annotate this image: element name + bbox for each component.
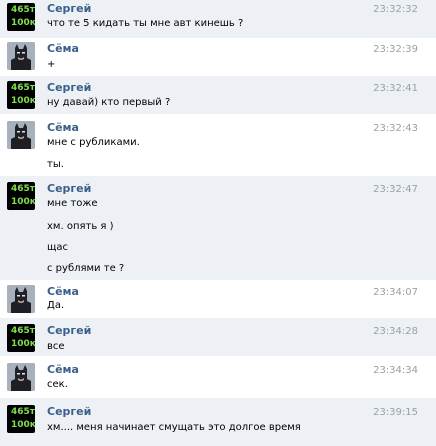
message-time[interactable]: 23:32:39 bbox=[373, 43, 418, 56]
avatar-text: 465т bbox=[11, 184, 35, 194]
avatar-text: 465т bbox=[11, 5, 35, 15]
author-name[interactable]: Сергей bbox=[47, 324, 91, 337]
author-name[interactable]: Сергей bbox=[47, 182, 91, 195]
batman-icon bbox=[7, 363, 35, 391]
message-row: 465т 100к Сергей 23:32:41 ну давай) кто … bbox=[0, 76, 436, 114]
avatar-sema[interactable] bbox=[7, 285, 35, 313]
avatar-sergey[interactable]: 465т 100к bbox=[7, 324, 35, 352]
message-row: 465т 100к Сергей 23:32:32 что те 5 кидат… bbox=[0, 0, 436, 38]
message-row: Сёма 23:34:34 сек. bbox=[0, 356, 436, 398]
batman-icon bbox=[7, 121, 35, 149]
message-text: хм.... меня начинает смущать это долгое … bbox=[47, 422, 301, 433]
message-time[interactable]: 23:34:07 bbox=[373, 286, 418, 299]
message-text: щас bbox=[47, 242, 69, 253]
message-time[interactable]: 23:32:43 bbox=[373, 122, 418, 135]
author-name[interactable]: Сергей bbox=[47, 81, 91, 94]
avatar-text: 465т bbox=[11, 407, 35, 417]
avatar-text: 465т bbox=[11, 326, 35, 336]
message-row: 465т 100к Сергей 23:39:15 хм.... меня на… bbox=[0, 398, 436, 446]
author-name[interactable]: Сёма bbox=[47, 363, 79, 376]
message-row: 465т 100к Сергей 23:32:47 мне тоже хм. о… bbox=[0, 176, 436, 280]
author-name[interactable]: Сёма bbox=[47, 121, 79, 134]
message-time[interactable]: 23:32:41 bbox=[373, 82, 418, 95]
avatar-sergey[interactable]: 465т 100к bbox=[7, 405, 35, 433]
avatar-sergey[interactable]: 465т 100к bbox=[7, 81, 35, 109]
message-time[interactable]: 23:39:15 bbox=[373, 406, 418, 419]
message-text: + bbox=[47, 59, 56, 70]
message-text: хм. опять я ) bbox=[47, 221, 114, 232]
message-text: с рублями те ? bbox=[47, 263, 125, 274]
message-text: ну давай) кто первый ? bbox=[47, 97, 171, 108]
message-row: Сёма 23:32:43 мне с рубликами. ты. bbox=[0, 114, 436, 176]
message-row: 465т 100к Сергей 23:34:28 все bbox=[0, 318, 436, 356]
message-text: мне с рубликами. bbox=[47, 137, 140, 148]
message-row: Сёма 23:32:39 + bbox=[0, 38, 436, 76]
message-text: ты. bbox=[47, 159, 64, 170]
avatar-text: 100к bbox=[11, 96, 35, 106]
message-time[interactable]: 23:32:47 bbox=[373, 183, 418, 196]
message-time[interactable]: 23:34:34 bbox=[373, 364, 418, 377]
batman-icon bbox=[7, 285, 35, 313]
author-name[interactable]: Сергей bbox=[47, 2, 91, 15]
avatar-text: 100к bbox=[11, 420, 35, 430]
message-text: мне тоже bbox=[47, 198, 98, 209]
avatar-sergey[interactable]: 465т 100к bbox=[7, 182, 35, 210]
avatar-sema[interactable] bbox=[7, 363, 35, 391]
avatar-text: 100к bbox=[11, 18, 35, 28]
message-text: что те 5 кидать ты мне авт кинешь ? bbox=[47, 18, 244, 29]
message-time[interactable]: 23:34:28 bbox=[373, 325, 418, 338]
avatar-text: 465т bbox=[11, 83, 35, 93]
avatar-sema[interactable] bbox=[7, 42, 35, 70]
author-name[interactable]: Сёма bbox=[47, 285, 79, 298]
message-time[interactable]: 23:32:32 bbox=[373, 3, 418, 16]
avatar-text: 100к bbox=[11, 197, 35, 207]
author-name[interactable]: Сергей bbox=[47, 405, 91, 418]
message-text: все bbox=[47, 341, 65, 352]
message-text: сек. bbox=[47, 379, 68, 390]
author-name[interactable]: Сёма bbox=[47, 42, 79, 55]
batman-icon bbox=[7, 42, 35, 70]
avatar-text: 100к bbox=[11, 339, 35, 349]
avatar-sergey[interactable]: 465т 100к bbox=[7, 3, 35, 31]
message-row: Сёма 23:34:07 Да. bbox=[0, 280, 436, 318]
avatar-sema[interactable] bbox=[7, 121, 35, 149]
message-text: Да. bbox=[47, 300, 65, 311]
